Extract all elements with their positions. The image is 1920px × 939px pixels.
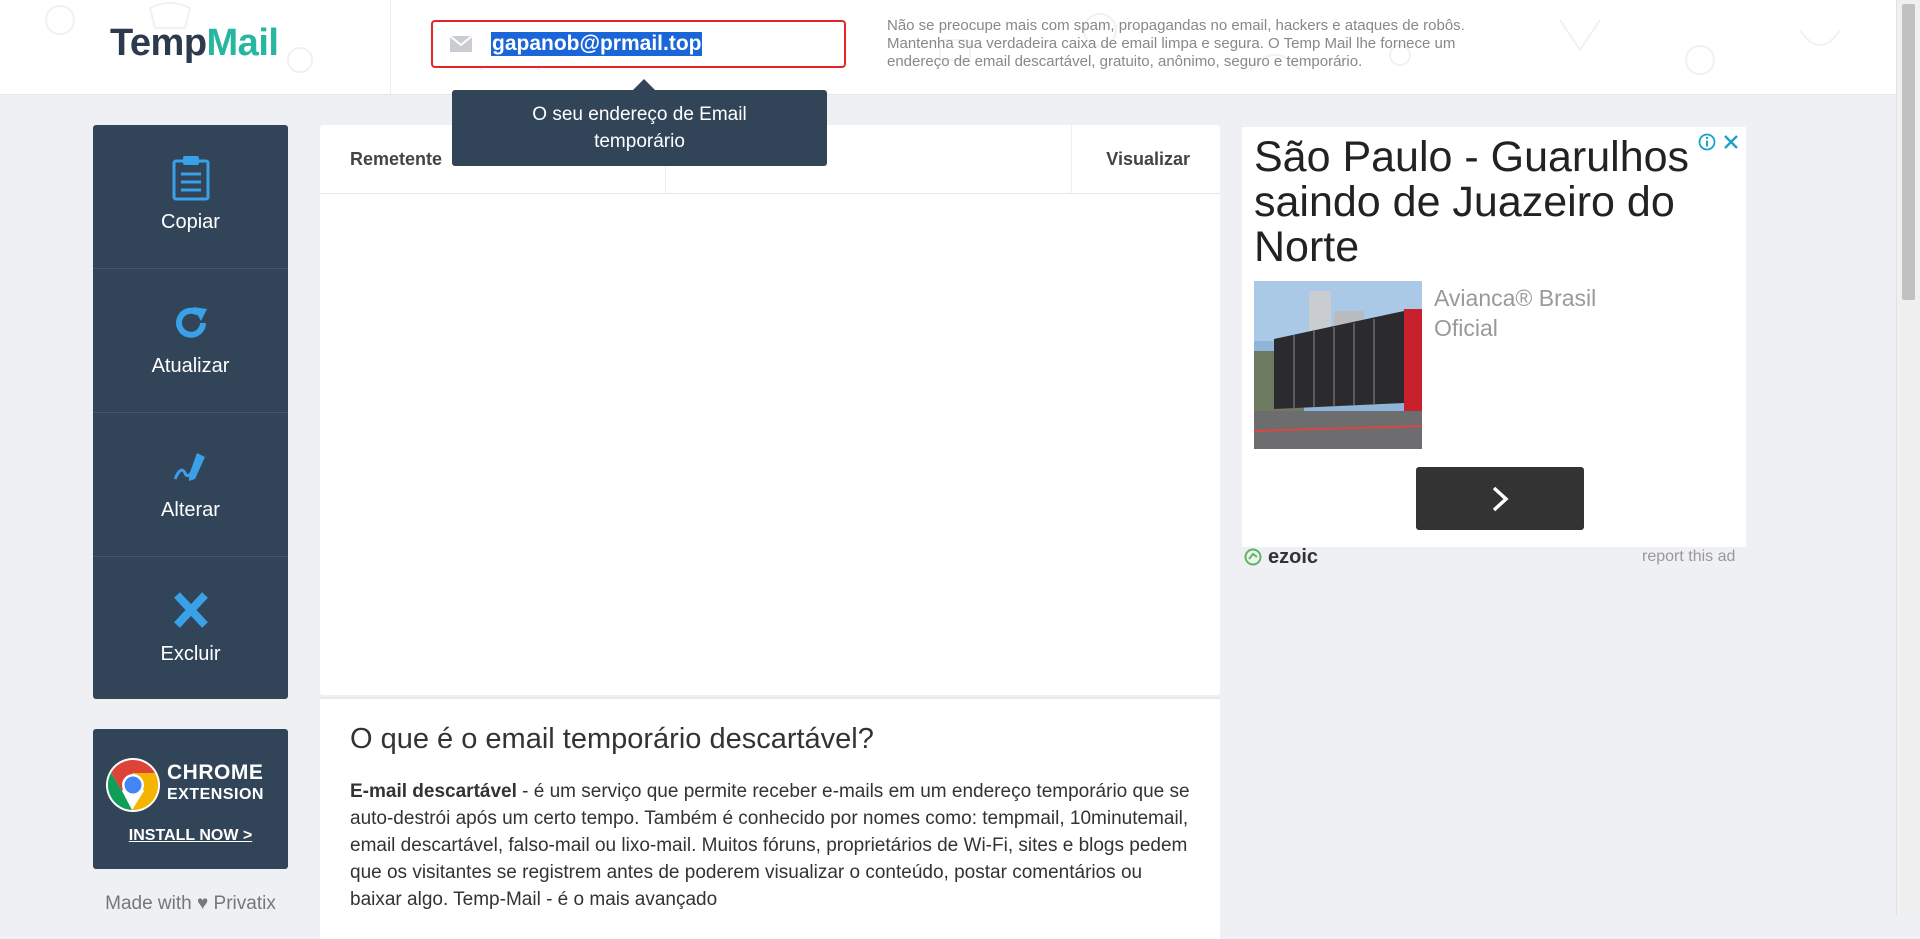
logo-part-mail: Mail [206,22,279,64]
header-description: Não se preocupe mais com spam, propagand… [887,17,1465,70]
envelope-icon [449,35,473,52]
refresh-icon [176,307,207,338]
page-scrollbar[interactable] [1896,0,1920,915]
report-ad-link[interactable]: report this ad [1642,548,1735,566]
made-with-credit: Made with ♥ Privatix [105,893,276,914]
view-column-header: Visualizar [1106,149,1190,169]
change-button[interactable]: Alterar [93,413,288,557]
tempmail-logo[interactable]: TempMail [110,22,279,65]
tooltip-line2: temporário [594,131,685,152]
inbox-panel: Remetente Visualizar [320,125,1220,695]
email-address-field[interactable]: gapanob@prmail.top [431,20,846,68]
refresh-button[interactable]: Atualizar [93,269,288,413]
ezoic-brand[interactable]: ezoic [1244,546,1318,569]
ad-close-icon[interactable] [1722,133,1740,151]
chrome-subtitle: EXTENSION [167,786,264,803]
ad-headline[interactable]: São Paulo - Guarulhos saindo de Juazeiro… [1254,135,1694,270]
delete-label: Excluir [160,643,221,665]
header-divider [390,0,391,94]
article-lead: E-mail descartável [350,781,517,802]
scrollbar-thumb[interactable] [1902,4,1915,300]
chrome-logo-icon [106,758,160,812]
ezoic-label: ezoic [1268,546,1319,568]
chrome-title: CHROME [167,761,264,784]
change-label: Alterar [161,499,220,521]
ad-advertiser[interactable]: Avianca® Brasil Oficial [1434,283,1634,343]
email-tooltip: O seu endereço de Email temporário [452,79,827,166]
copy-label: Copiar [161,211,220,233]
chrome-extension-banner[interactable]: CHROME EXTENSION INSTALL NOW > [93,729,288,869]
refresh-label: Atualizar [151,355,230,377]
article-title: O que é o email temporário descartável? [350,723,874,755]
delete-button[interactable]: Excluir [93,557,288,699]
article-body: E-mail descartável - é um serviço que pe… [350,778,1190,913]
email-address[interactable]: gapanob@prmail.top [491,32,703,56]
action-sidebar: Copiar Atualizar Alterar Excluir [93,125,288,699]
chevron-right-icon [1492,486,1509,512]
copy-button[interactable]: Copiar [93,125,288,269]
site-header: TempMail gapanob@prmail.top Não se preoc… [0,0,1896,95]
ad-next-button[interactable] [1416,467,1584,530]
clipboard-icon [172,156,210,201]
ad-info-icon[interactable] [1698,133,1716,151]
ad-building-photo[interactable] [1254,281,1422,449]
column-divider [1071,125,1072,193]
logo-part-temp: Temp [110,22,207,64]
ezoic-logo-icon [1244,548,1262,566]
edit-icon [173,453,205,481]
advertisement[interactable]: São Paulo - Guarulhos saindo de Juazeiro… [1242,127,1746,547]
about-article: O que é o email temporário descartável? … [320,697,1220,939]
tooltip-line1: O seu endereço de Email [532,104,747,125]
delete-icon [174,592,208,628]
sender-column-header: Remetente [350,149,443,169]
install-now-link[interactable]: INSTALL NOW > [93,827,288,845]
